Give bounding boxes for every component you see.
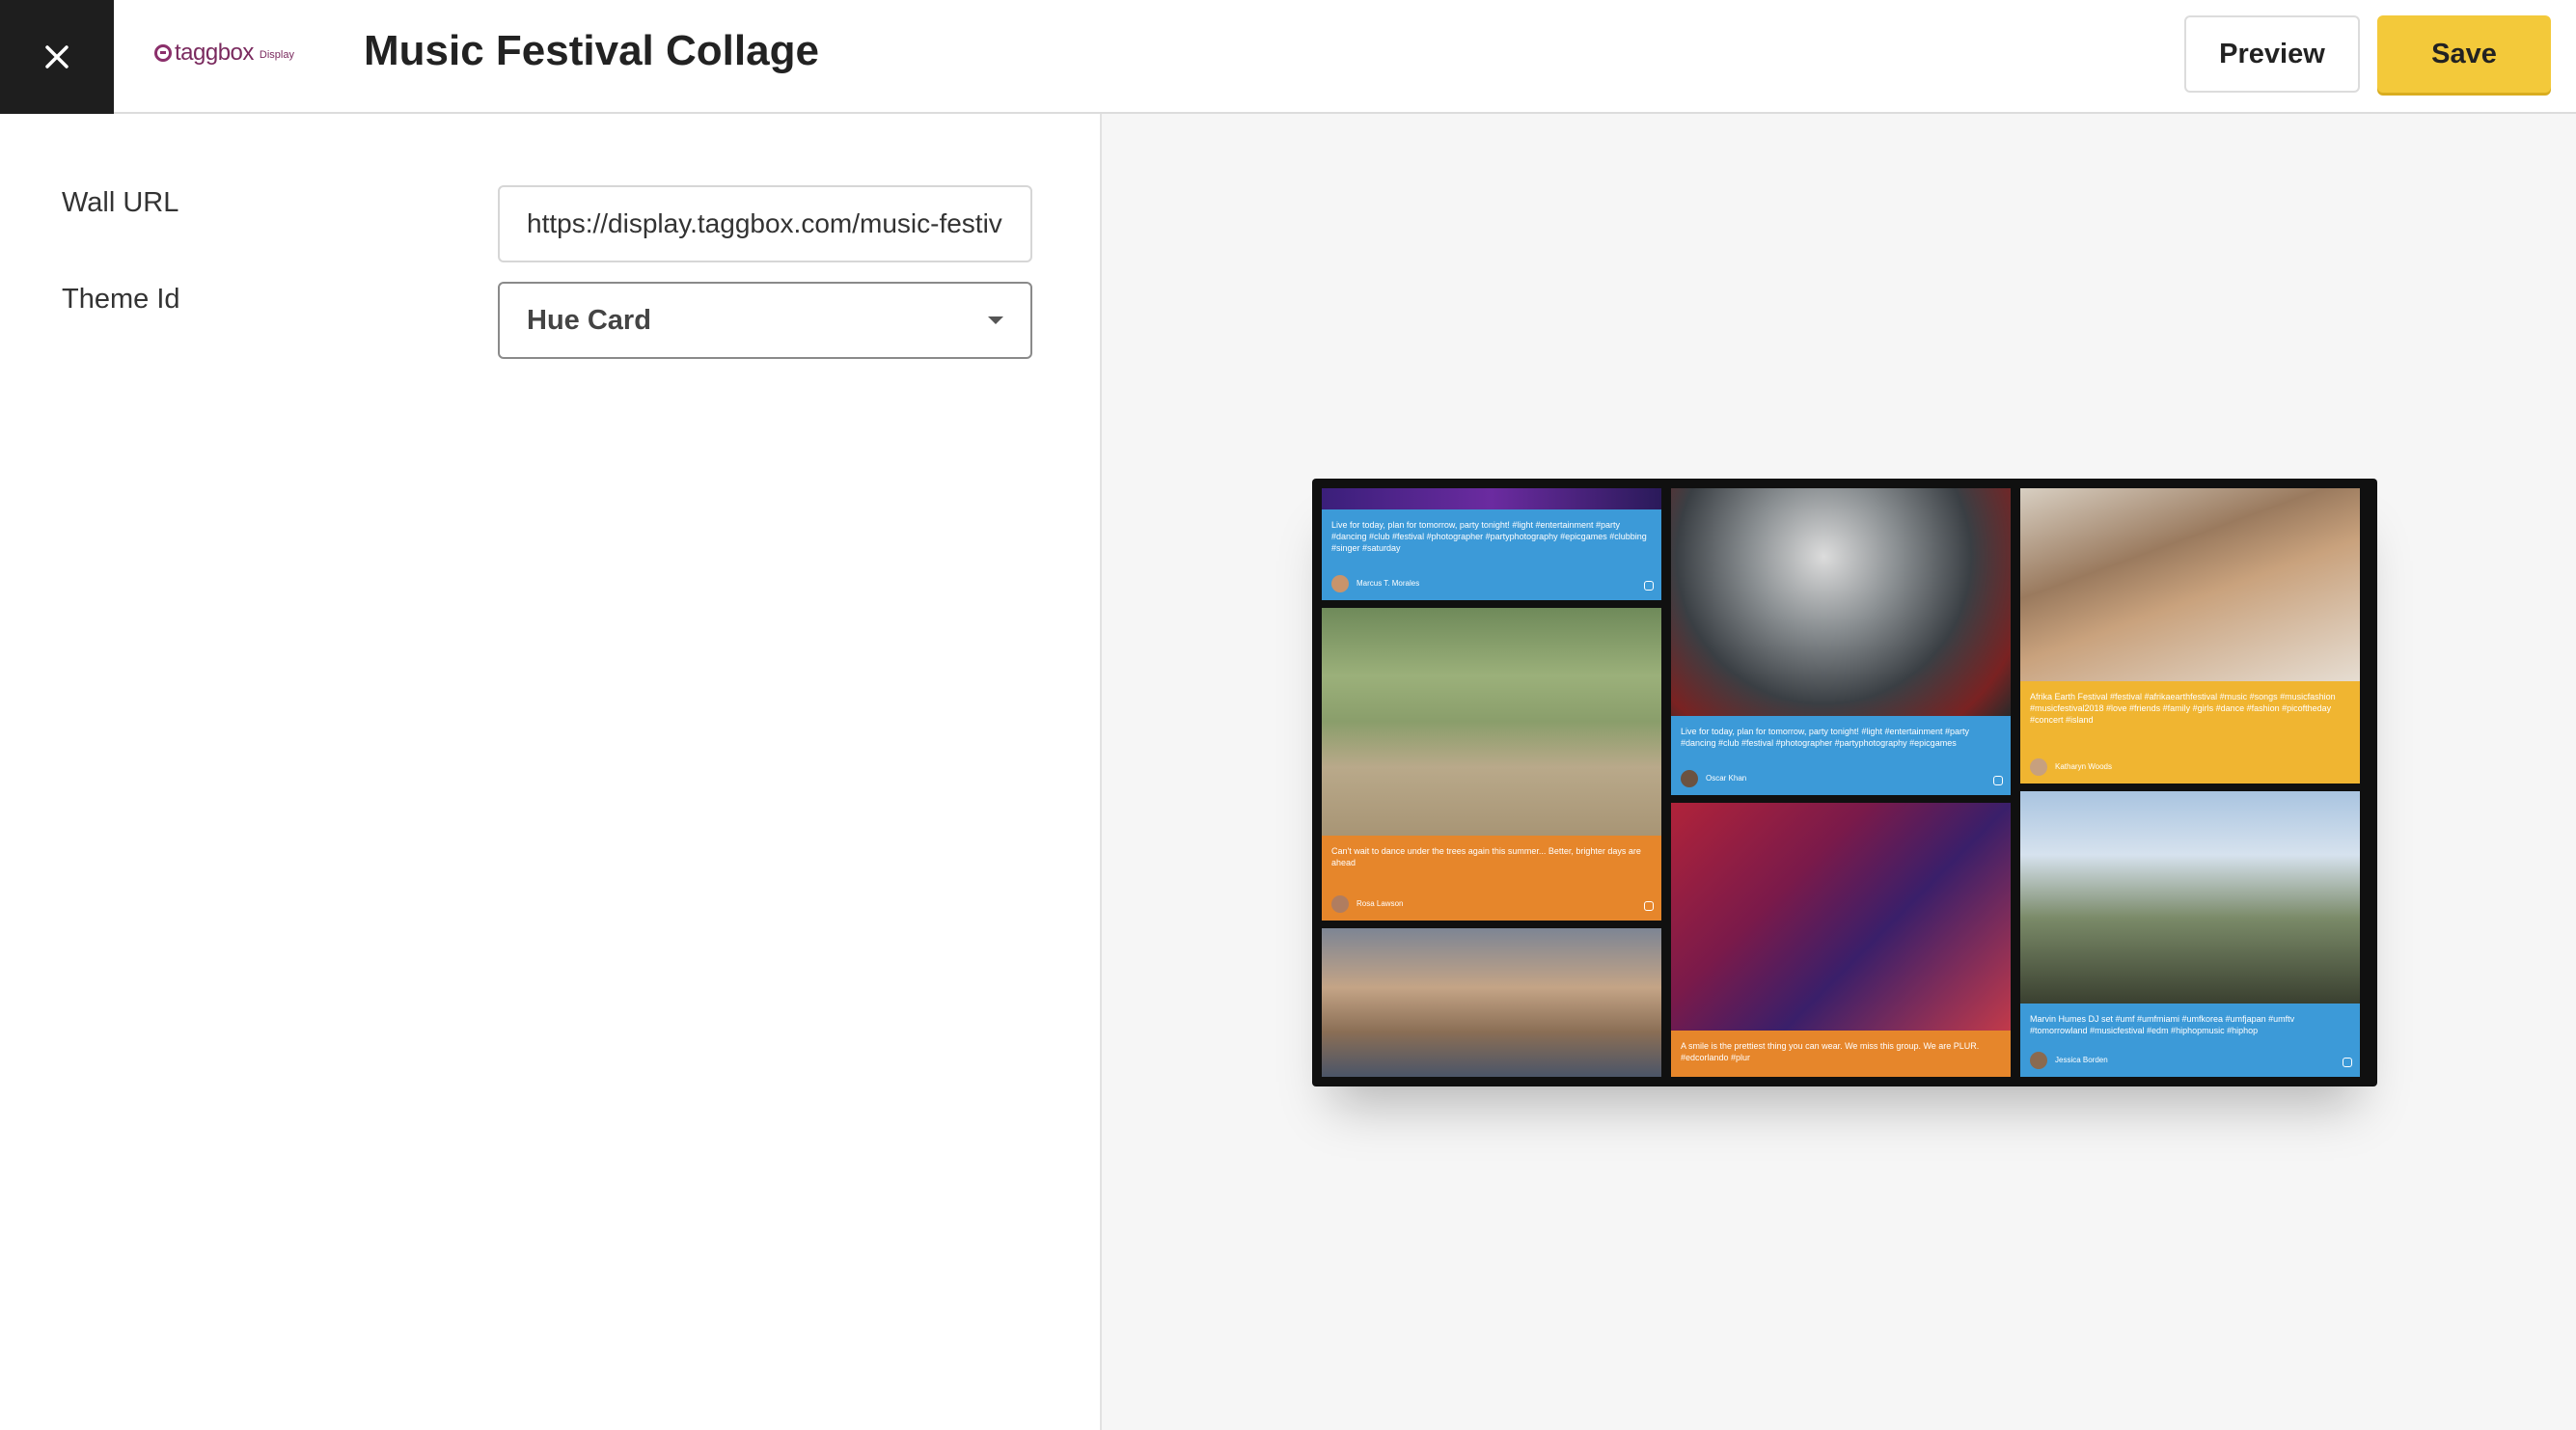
close-icon [45,45,69,69]
post-text: A smile is the prettiest thing you can w… [1681,1041,1980,1062]
post-card: Live for today, plan for tomorrow, party… [1322,488,1661,600]
top-bar: taggbox Display Music Festival Collage P… [0,0,2576,114]
taggbox-logo-icon [154,44,172,62]
taggbox-logo: taggbox Display [154,39,294,68]
preview-column-1: Live for today, plan for tomorrow, party… [1322,488,1661,1077]
post-image [1671,488,2011,716]
post-text: Can't wait to dance under the trees agai… [1331,846,1641,867]
theme-id-label: Theme Id [62,284,180,315]
post-author: Jessica Borden [2030,1052,2108,1069]
post-image [1322,608,1661,836]
post-text: Afrika Earth Festival #festival #afrikae… [2030,692,2336,725]
display-preview: Live for today, plan for tomorrow, party… [1312,479,2377,1086]
logo-text: taggbox [175,40,254,66]
post-text: Marvin Humes DJ set #umf #umfmiami #umfk… [2030,1014,2295,1035]
avatar [1681,770,1698,787]
preview-column-3: Afrika Earth Festival #festival #afrikae… [2020,488,2360,1077]
author-name: Jessica Borden [2055,1056,2108,1064]
author-name: Oscar Khan [1706,774,1747,783]
wall-url-input[interactable] [498,185,1032,262]
preview-column-2: Live for today, plan for tomorrow, party… [1671,488,2011,1077]
post-text: Live for today, plan for tomorrow, party… [1331,520,1647,553]
post-card: Can't wait to dance under the trees agai… [1322,608,1661,921]
post-caption: Afrika Earth Festival #festival #afrikae… [2020,681,2360,784]
page-title: Music Festival Collage [364,27,819,74]
avatar [2030,758,2047,776]
wall-url-label: Wall URL [62,187,179,218]
post-text: Live for today, plan for tomorrow, party… [1681,727,1969,748]
author-name: Marcus T. Morales [1357,579,1420,588]
theme-id-select[interactable]: Hue Card [498,282,1032,359]
dropdown-caret-icon [988,316,1003,324]
author-name: Katharyn Woods [2055,762,2112,771]
post-card: Live for today, plan for tomorrow, party… [1671,488,2011,795]
avatar [2030,1052,2047,1069]
save-button[interactable]: Save [2377,15,2551,93]
post-author: Katharyn Woods [2030,758,2112,776]
instagram-icon [1644,581,1654,591]
post-card [1322,928,1661,1077]
instagram-icon [1993,776,2003,785]
post-card: A smile is the prettiest thing you can w… [1671,803,2011,1077]
post-image [2020,791,2360,1004]
logo-subtext: Display [259,49,294,61]
post-caption: Can't wait to dance under the trees agai… [1322,836,1661,921]
post-author: Marcus T. Morales [1331,575,1419,592]
author-name: Rosa Lawson [1357,899,1404,908]
post-image [2020,488,2360,681]
post-caption: Live for today, plan for tomorrow, party… [1322,509,1661,600]
post-author: Rosa Lawson [1331,895,1403,913]
post-image [1671,803,2011,1031]
preview-button[interactable]: Preview [2184,15,2360,93]
instagram-icon [1644,901,1654,911]
instagram-icon [2343,1058,2352,1067]
post-image [1322,928,1661,1077]
avatar [1331,575,1349,592]
post-author: Oscar Khan [1681,770,1746,787]
settings-panel: Wall URL Theme Id Hue Card [0,114,1102,1430]
post-card: Afrika Earth Festival #festival #afrikae… [2020,488,2360,784]
avatar [1331,895,1349,913]
post-card: Marvin Humes DJ set #umf #umfmiami #umfk… [2020,791,2360,1077]
post-image [1322,488,1661,509]
post-caption: Marvin Humes DJ set #umf #umfmiami #umfk… [2020,1004,2360,1077]
post-caption: Live for today, plan for tomorrow, party… [1671,716,2011,795]
close-button[interactable] [0,0,114,114]
post-caption: A smile is the prettiest thing you can w… [1671,1031,2011,1077]
theme-id-value: Hue Card [527,304,651,336]
preview-panel: Live for today, plan for tomorrow, party… [1102,114,2576,1430]
